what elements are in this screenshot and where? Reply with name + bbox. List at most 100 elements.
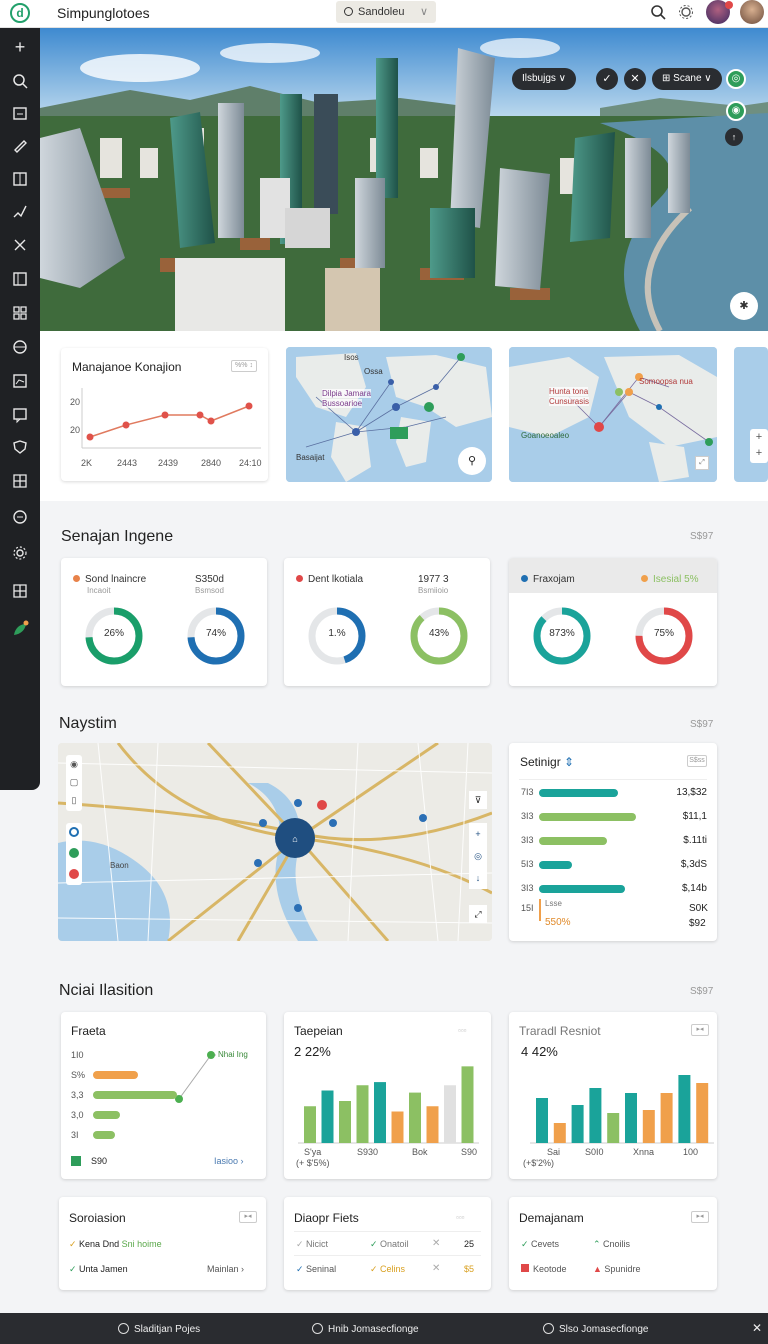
expand-button[interactable]: ▸◂ bbox=[691, 1211, 709, 1223]
marker-legend bbox=[66, 823, 82, 885]
footer-sub: Lsse bbox=[545, 899, 562, 908]
details-link-text: Iasioo bbox=[214, 1156, 239, 1166]
book-icon[interactable] bbox=[11, 170, 29, 188]
layout-icon[interactable] bbox=[11, 472, 29, 490]
kpi-donut-card[interactable]: Sond lnaincre Incaoit S350d Bsmsod 26% 74% bbox=[61, 558, 267, 686]
search-dropdown[interactable]: Sandoleu ∨ bbox=[336, 1, 436, 23]
chart-icon[interactable] bbox=[11, 372, 29, 390]
building-icon[interactable] bbox=[11, 270, 29, 288]
grid-icon[interactable] bbox=[11, 304, 29, 322]
check-icon: ✓ bbox=[370, 1264, 381, 1274]
callout-label: Nhai Ing bbox=[218, 1050, 248, 1059]
settings-icon[interactable] bbox=[11, 544, 29, 562]
folder-icon[interactable] bbox=[11, 104, 29, 122]
bar bbox=[607, 1113, 620, 1143]
globe-icon[interactable]: ◎ bbox=[726, 69, 746, 89]
details-link[interactable]: Iasioo › bbox=[214, 1156, 244, 1166]
close-icon[interactable]: ✕ bbox=[752, 1321, 762, 1335]
pen-icon[interactable] bbox=[11, 136, 29, 154]
notification-badge bbox=[725, 1, 733, 9]
kpi-donut-card[interactable]: Fraxojam Isesial 5% 873% 75% bbox=[509, 558, 717, 686]
zoom-control[interactable]: + + bbox=[750, 429, 768, 463]
bar bbox=[642, 1110, 655, 1143]
filter-icon[interactable]: ⊽ bbox=[469, 791, 487, 809]
row-link[interactable]: Mainlan › bbox=[207, 1264, 244, 1274]
check-row[interactable]: ✓ Unta Jamen bbox=[69, 1264, 128, 1275]
zoom-control[interactable]: + ◎ ↓ bbox=[469, 823, 487, 889]
tools-icon[interactable] bbox=[11, 236, 29, 254]
close-icon[interactable]: ✕ bbox=[432, 1238, 440, 1249]
circle-icon[interactable] bbox=[11, 508, 29, 526]
sort-icon[interactable]: ⇕ bbox=[564, 755, 574, 769]
sidebar: + bbox=[0, 28, 40, 790]
close-icon[interactable]: ✕ bbox=[432, 1263, 440, 1274]
y-tick-label: 20 bbox=[70, 397, 81, 407]
bottom-item[interactable]: Sladitjan Pojes bbox=[118, 1323, 200, 1335]
check-circle-icon bbox=[118, 1323, 129, 1334]
donut-label: 1.% bbox=[328, 628, 346, 639]
card-title: Soroiasion bbox=[69, 1211, 126, 1225]
bottom-item[interactable]: Slso Jomasecfionge bbox=[543, 1323, 649, 1335]
app-title: Simpunglotoes bbox=[57, 5, 150, 21]
brush-icon[interactable] bbox=[11, 202, 29, 220]
leaf-icon[interactable] bbox=[11, 620, 29, 638]
clock-icon bbox=[312, 1323, 323, 1334]
red-square-icon bbox=[521, 1264, 529, 1272]
search-icon bbox=[344, 7, 353, 16]
hero-city-image: Ilsbujgs ∨ ✓ ✕ ⊞ Scane ∨ ◎ ◉ ↑ ✱ bbox=[40, 28, 768, 331]
map-label: Somoopsa nua bbox=[639, 377, 693, 386]
search-icon[interactable] bbox=[11, 72, 29, 90]
close-icon[interactable]: ✕ bbox=[624, 68, 646, 90]
kpi-value-text: 1977 3 bbox=[418, 574, 449, 585]
kpi-label: Dent lkotiala bbox=[296, 574, 363, 585]
shield-icon[interactable] bbox=[11, 438, 29, 456]
avatar-user[interactable] bbox=[740, 0, 764, 24]
x-tick-label: Xnna bbox=[633, 1147, 655, 1157]
message-icon[interactable] bbox=[11, 406, 29, 424]
more-icon[interactable]: ▫▫▫ bbox=[456, 1213, 465, 1222]
pin-button[interactable]: ✱ bbox=[730, 292, 758, 320]
expand-button[interactable]: ▸◂ bbox=[239, 1211, 257, 1223]
compass-icon[interactable]: ↑ bbox=[725, 128, 743, 146]
fullscreen-icon[interactable]: ⤢ bbox=[469, 905, 487, 923]
settings-icon[interactable] bbox=[678, 4, 694, 20]
measure-icon[interactable]: ✓ bbox=[596, 68, 618, 90]
row-text: Keotode bbox=[533, 1264, 567, 1274]
view-filter-dropdown[interactable]: Ilsbujgs ∨ bbox=[512, 68, 577, 90]
bar bbox=[589, 1088, 602, 1143]
expand-icon[interactable]: ⤢ bbox=[695, 456, 709, 470]
kpi-donut-card[interactable]: Dent lkotiala 1977 3 Bsmiioio 1.% 43% bbox=[284, 558, 490, 686]
view-filter-label: Ilsbujgs bbox=[522, 73, 556, 84]
kpi-value-text: S350d bbox=[195, 574, 224, 585]
progress-label: 3I bbox=[71, 1130, 79, 1140]
globe-icon[interactable] bbox=[11, 338, 29, 356]
kpi-value-text: Isesial 5% bbox=[653, 574, 699, 585]
check-row[interactable]: ✓ Kena Dnd Sni hoime bbox=[69, 1239, 162, 1250]
rank-label: 15I bbox=[521, 903, 534, 913]
data-point bbox=[245, 402, 253, 410]
city-map[interactable]: ⌂ ◉ ▢ ▯ ⊽ + ◎ ↓ ⤢ Baon bbox=[58, 743, 492, 941]
check-icon: ✓ bbox=[370, 1239, 381, 1249]
layer-controls[interactable]: ◉ ▢ ▯ bbox=[66, 755, 82, 811]
trend-card: Traradl Resniot ▸◂ 4 42% Sai S0I0 Xnna 1… bbox=[509, 1012, 717, 1179]
scene-dropdown[interactable]: ⊞ Scane ∨ bbox=[652, 68, 722, 90]
legend-dot bbox=[641, 575, 648, 582]
route-map-card-1[interactable]: Isos Ossa Dilpia Jamara Bussoarioe Basai… bbox=[286, 347, 492, 482]
pin-button[interactable]: ⚲ bbox=[458, 447, 486, 475]
bar bbox=[444, 1085, 456, 1143]
rank-bar bbox=[539, 885, 625, 893]
detail-row[interactable]: ✓ Seninal bbox=[296, 1264, 336, 1275]
bottom-item[interactable]: Hnib Jomasecfionge bbox=[312, 1323, 419, 1335]
progress-label: S% bbox=[71, 1070, 86, 1080]
route-map-card-3[interactable]: + + bbox=[734, 347, 768, 482]
section-meta: S$97 bbox=[690, 531, 714, 542]
plus-icon[interactable]: + bbox=[11, 38, 29, 56]
green-square-icon bbox=[71, 1156, 81, 1166]
grid-2-icon[interactable] bbox=[11, 582, 29, 600]
app-logo[interactable]: d bbox=[10, 3, 30, 23]
detail-row[interactable]: ✓ Nicict bbox=[296, 1239, 328, 1250]
section-meta: S$97 bbox=[690, 986, 714, 997]
expand-button[interactable]: S$ss bbox=[687, 755, 707, 767]
search-icon[interactable] bbox=[650, 4, 666, 20]
route-map-card-2[interactable]: Hunta tona Cunsurasis Somoopsa nua Goano… bbox=[509, 347, 717, 482]
